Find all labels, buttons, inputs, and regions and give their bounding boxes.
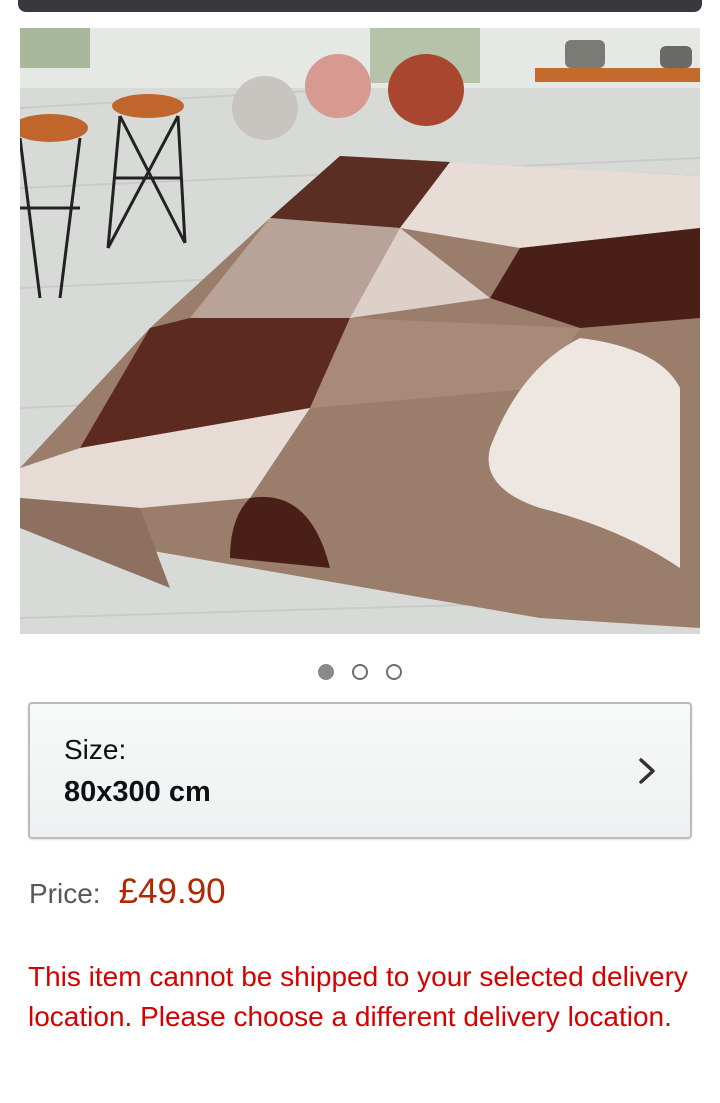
size-selector[interactable]: Size: 80x300 cm [28,702,692,839]
shipping-warning: This item cannot be shipped to your sele… [28,961,688,1032]
carousel-dot[interactable] [318,664,334,680]
rug-illustration [20,28,700,634]
search-bar-edge[interactable] [18,0,702,12]
carousel-dot[interactable] [386,664,402,680]
top-bar [0,0,720,28]
price-value: £49.90 [118,872,226,911]
chevron-right-icon [639,758,655,784]
size-value: 80x300 cm [64,776,211,808]
carousel-dots [0,664,720,686]
size-label: Size: [64,734,127,765]
price-label: Price: [29,878,101,909]
product-image[interactable] [20,28,700,634]
price-row: Price: £49.90 [29,872,226,922]
carousel-dot[interactable] [352,664,368,680]
